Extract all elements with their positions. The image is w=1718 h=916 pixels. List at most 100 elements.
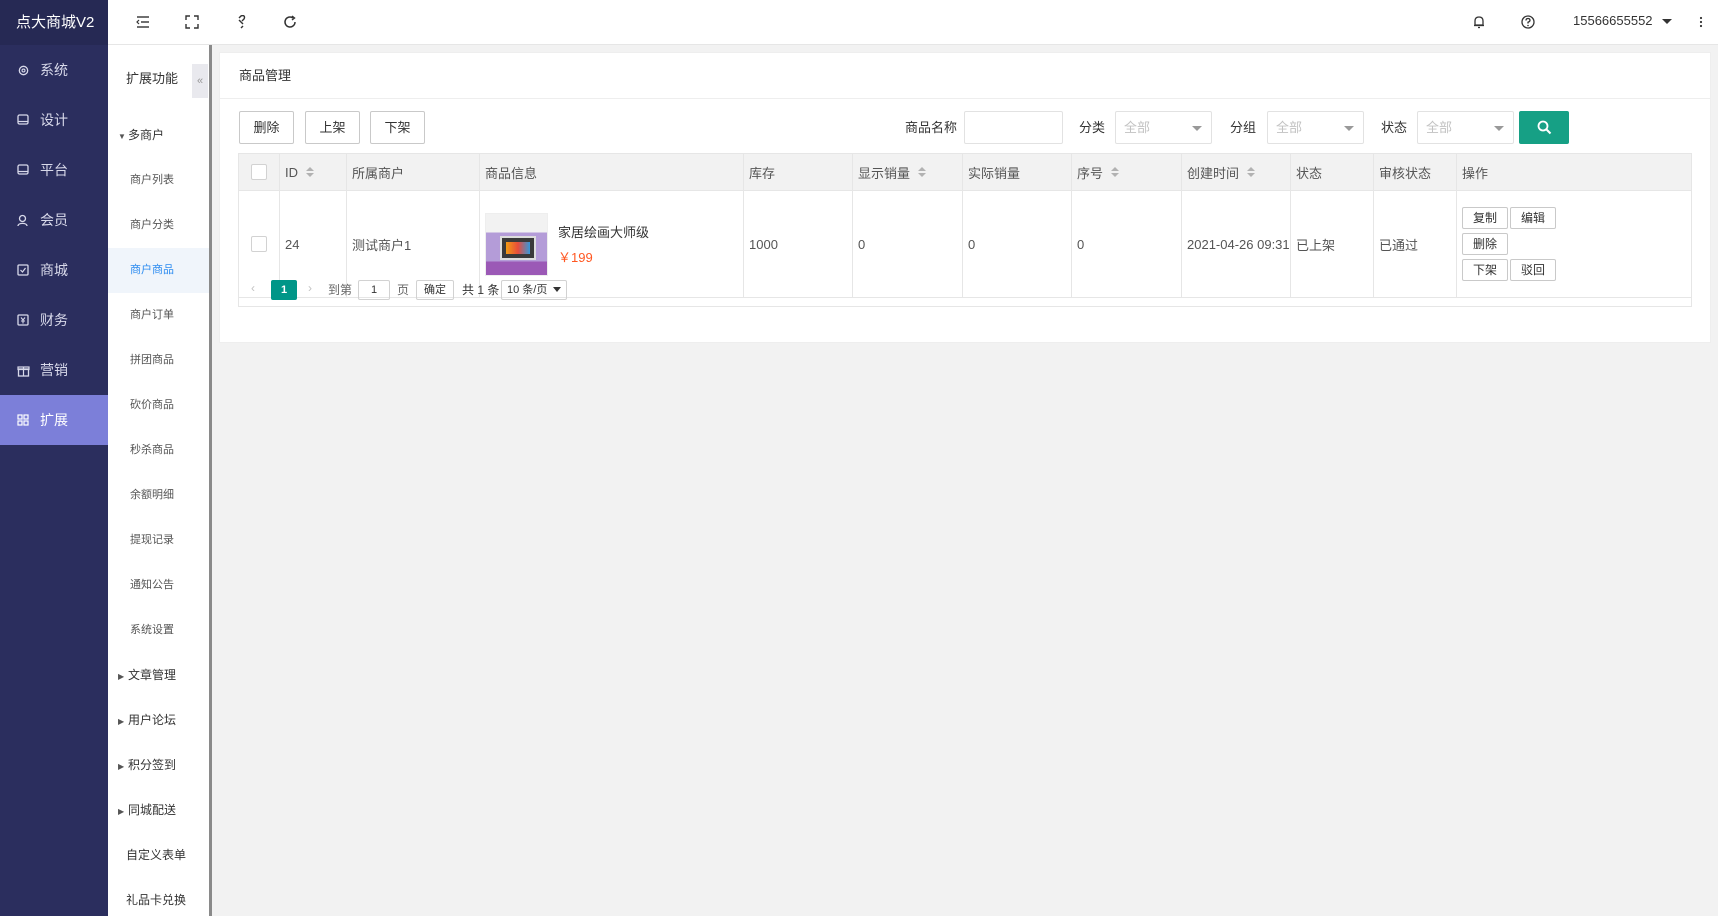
nav-item-label: 会员 <box>40 212 68 228</box>
sub-nav-item-group-buy[interactable]: 拼团商品 <box>108 338 210 383</box>
gear-icon <box>16 63 30 77</box>
sub-nav-item-merchant-list[interactable]: 商户列表 <box>108 158 210 203</box>
nav-item-marketing[interactable]: 营销 <box>0 345 108 395</box>
sub-nav-item-gift-card[interactable]: 礼品卡兑换 <box>108 878 210 916</box>
search-button[interactable] <box>1519 111 1569 144</box>
status-value: 全部 <box>1426 120 1453 135</box>
nav-item-member[interactable]: 会员 <box>0 195 108 245</box>
nav-item-finance[interactable]: 财务 <box>0 295 108 345</box>
group-label: 积分签到 <box>128 758 177 772</box>
col-label: 商品信息 <box>485 165 538 181</box>
refresh-icon[interactable] <box>280 12 300 32</box>
col-label: 序号 <box>1077 165 1104 181</box>
sub-nav-item-custom-form[interactable]: 自定义表单 <box>108 833 210 878</box>
sub-nav-item-settings[interactable]: 系统设置 <box>108 608 210 653</box>
col-review: 审核状态 <box>1374 154 1457 190</box>
page-unit-label: 页 <box>397 283 410 297</box>
edit-button[interactable]: 编辑 <box>1510 207 1556 229</box>
col-label: 库存 <box>749 165 776 181</box>
more-icon[interactable] <box>1691 12 1711 32</box>
content-card: 商品管理 删除 上架 下架 商品名称 分类 全部 分组 全部 状态 全部 ID … <box>219 52 1711 343</box>
select-all-cell <box>239 154 280 190</box>
copy-button[interactable]: 复制 <box>1462 207 1508 229</box>
nav-item-mall[interactable]: 商城 <box>0 245 108 295</box>
page-size-select[interactable]: 10 条/页 <box>501 280 567 300</box>
sub-nav-group-delivery[interactable]: ▶ 同城配送 <box>108 788 210 833</box>
group-value: 全部 <box>1276 120 1303 135</box>
col-label: 所属商户 <box>352 165 405 181</box>
sub-nav-item-notice[interactable]: 通知公告 <box>108 563 210 608</box>
link-icon[interactable] <box>231 12 251 32</box>
sub-nav-group-points[interactable]: ▶ 积分签到 <box>108 743 210 788</box>
product-thumbnail[interactable] <box>485 212 548 276</box>
nav-item-label: 营销 <box>40 362 68 378</box>
row-delete-button[interactable]: 删除 <box>1462 233 1508 255</box>
col-label: 操作 <box>1462 165 1489 181</box>
prev-page-icon[interactable]: ‹ <box>251 281 255 295</box>
group-label: 同城配送 <box>128 803 177 817</box>
nav-item-label: 商城 <box>40 262 68 278</box>
menu-fold-icon[interactable] <box>133 12 153 32</box>
bell-icon[interactable] <box>1469 12 1489 32</box>
sub-nav-item-merchant-products[interactable]: 商户商品 <box>108 248 210 293</box>
main-nav: 点大商城V2 系统 设计 平台 会员 商城 财务 营销 扩展 <box>0 0 108 916</box>
row-checkbox[interactable] <box>251 236 267 252</box>
col-real-sales: 实际销量 <box>963 154 1072 190</box>
sub-nav-item-balance[interactable]: 余额明细 <box>108 473 210 518</box>
group-label: 分组 <box>1230 120 1257 135</box>
category-select[interactable]: 全部 <box>1115 111 1212 144</box>
col-label: 实际销量 <box>968 165 1021 181</box>
chevron-down-icon <box>1192 126 1202 131</box>
pagination: ‹ 1 › 到第 1 页 确定 共 1 条 10 条/页 <box>238 273 1692 307</box>
chevron-down-icon <box>1662 19 1673 25</box>
sidebar-scrollbar[interactable] <box>209 45 212 916</box>
group-label: 用户论坛 <box>128 713 177 727</box>
grid-icon <box>16 413 30 427</box>
col-shown-sales[interactable]: 显示销量 <box>853 154 963 190</box>
nav-item-system[interactable]: 系统 <box>0 45 108 95</box>
group-select[interactable]: 全部 <box>1267 111 1364 144</box>
product-name-input[interactable] <box>964 111 1063 144</box>
nav-item-platform[interactable]: 平台 <box>0 145 108 195</box>
col-merchant: 所属商户 <box>347 154 480 190</box>
select-all-checkbox[interactable] <box>251 164 267 180</box>
sub-nav-group-multi-merchant[interactable]: ▼ 多商户 <box>108 113 210 158</box>
nav-item-label: 系统 <box>40 62 68 78</box>
nav-item-label: 平台 <box>40 162 68 178</box>
user-menu[interactable]: 15566655552 <box>1573 13 1673 28</box>
help-icon[interactable] <box>1518 12 1538 32</box>
next-page-icon[interactable]: › <box>308 281 312 295</box>
sub-nav-item-withdraw[interactable]: 提现记录 <box>108 518 210 563</box>
app-title: 点大商城V2 <box>0 0 108 45</box>
double-chevron-left-icon: « <box>196 75 204 87</box>
caret-right-icon: ▶ <box>118 717 125 726</box>
category-value: 全部 <box>1124 120 1151 135</box>
on-shelf-button[interactable]: 上架 <box>305 111 360 144</box>
sub-nav-item-flash-sale[interactable]: 秒杀商品 <box>108 428 210 473</box>
col-label: 显示销量 <box>858 165 911 181</box>
off-shelf-button[interactable]: 下架 <box>370 111 425 144</box>
product-price: ￥199 <box>558 250 593 265</box>
page-1-button[interactable]: 1 <box>271 280 297 300</box>
sub-nav-group-articles[interactable]: ▶ 文章管理 <box>108 653 210 698</box>
nav-item-label: 扩展 <box>40 412 68 428</box>
col-created[interactable]: 创建时间 <box>1182 154 1291 190</box>
sub-nav-item-merchant-orders[interactable]: 商户订单 <box>108 293 210 338</box>
sub-nav-item-merchant-category[interactable]: 商户分类 <box>108 203 210 248</box>
collapse-sidebar-button[interactable]: « <box>192 64 208 98</box>
group-label: 文章管理 <box>128 668 177 682</box>
nav-item-design[interactable]: 设计 <box>0 95 108 145</box>
sub-nav-item-bargain[interactable]: 砍价商品 <box>108 383 210 428</box>
row-actions: 复制 编辑 删除 下架 驳回 <box>1462 207 1556 281</box>
col-id[interactable]: ID <box>280 154 347 190</box>
status-select[interactable]: 全部 <box>1417 111 1514 144</box>
category-label: 分类 <box>1079 120 1106 135</box>
goto-page-input[interactable]: 1 <box>358 280 390 300</box>
sub-nav-group-forum[interactable]: ▶ 用户论坛 <box>108 698 210 743</box>
col-actions: 操作 <box>1457 154 1691 190</box>
fullscreen-icon[interactable] <box>182 12 202 32</box>
goto-confirm-button[interactable]: 确定 <box>416 280 454 300</box>
col-sort[interactable]: 序号 <box>1072 154 1182 190</box>
delete-button[interactable]: 删除 <box>239 111 294 144</box>
nav-item-extension[interactable]: 扩展 <box>0 395 108 445</box>
